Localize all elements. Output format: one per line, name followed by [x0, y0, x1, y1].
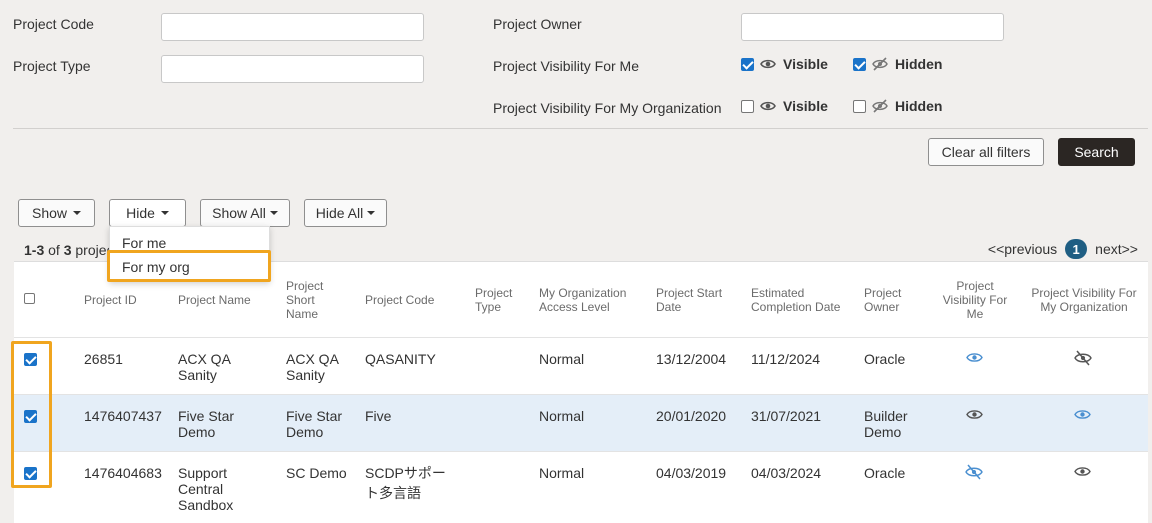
- highlight-for-my-org: [107, 250, 271, 282]
- cell-org-access: Normal: [539, 351, 585, 367]
- hide-all-dropdown-button[interactable]: Hide All: [304, 199, 387, 227]
- clear-filters-button[interactable]: Clear all filters: [928, 138, 1044, 166]
- vis-org-visible-checkbox[interactable]: [741, 99, 754, 113]
- cell-project-id: 26851: [84, 351, 123, 367]
- projects-table: Project ID Project Name Project Short Na…: [14, 261, 1148, 523]
- header-project-name[interactable]: Project Name: [178, 293, 251, 307]
- vis-org-visible-text: Visible: [783, 98, 828, 114]
- caret-down-icon: [269, 211, 278, 215]
- cell-project-code: SCDPサポート多言語: [365, 465, 446, 501]
- cell-project-id: 1476404683: [84, 465, 162, 481]
- result-range: 1-3: [24, 242, 45, 258]
- cell-project-name[interactable]: Support Central Sandbox: [178, 465, 248, 513]
- table-row[interactable]: 1476404683 Support Central Sandbox SC De…: [14, 451, 1148, 523]
- project-owner-label: Project Owner: [493, 16, 582, 32]
- vis-org-label: Project Visibility For My Organization: [493, 100, 722, 116]
- header-project-type[interactable]: Project Type: [475, 286, 525, 314]
- show-dropdown-button[interactable]: Show: [18, 199, 95, 227]
- cell-owner: Oracle: [864, 351, 906, 367]
- caret-down-icon: [367, 211, 376, 215]
- previous-link[interactable]: <<previous: [988, 241, 1057, 257]
- cell-project-code: QASANITY: [365, 351, 436, 367]
- project-type-label: Project Type: [13, 58, 91, 74]
- table-row[interactable]: 1476407437 Five Star Demo Five Star Demo…: [14, 394, 1148, 451]
- header-vis-me[interactable]: Project Visibility For Me: [934, 279, 1016, 321]
- cell-completion-date: 11/12/2024: [751, 351, 821, 367]
- vis-me-visible-checkbox[interactable]: [741, 57, 754, 71]
- result-of: of: [48, 242, 60, 258]
- pagination: <<previous 1 next>>: [988, 239, 1138, 259]
- cell-project-name[interactable]: ACX QA Sanity: [178, 351, 248, 383]
- header-org-access[interactable]: My Organization Access Level: [539, 286, 639, 314]
- hide-dropdown-button[interactable]: Hide: [109, 199, 186, 227]
- eye-icon[interactable]: [966, 408, 983, 424]
- cell-short-name: ACX QA Sanity: [286, 351, 339, 383]
- vis-org-hidden-checkbox[interactable]: [853, 99, 866, 113]
- caret-down-icon: [73, 211, 82, 215]
- vis-me-hidden-checkbox[interactable]: [853, 57, 866, 71]
- cell-short-name: SC Demo: [286, 465, 347, 481]
- select-all-checkbox[interactable]: [24, 293, 35, 304]
- cell-short-name: Five Star Demo: [286, 408, 343, 440]
- show-all-button-label: Show All: [212, 205, 266, 221]
- table-row[interactable]: 26851 ACX QA Sanity ACX QA Sanity QASANI…: [14, 337, 1148, 394]
- header-owner[interactable]: Project Owner: [864, 286, 914, 314]
- eye-icon[interactable]: [966, 351, 983, 367]
- header-short-name[interactable]: Project Short Name: [286, 279, 346, 321]
- eye-slash-icon: [872, 99, 888, 113]
- eye-icon: [760, 58, 776, 70]
- vis-me-hidden-option[interactable]: Hidden: [853, 56, 942, 72]
- eye-slash-icon[interactable]: [1074, 350, 1092, 369]
- cell-start-date: 04/03/2019: [656, 465, 727, 481]
- vis-me-visible-option[interactable]: Visible: [741, 56, 828, 72]
- header-project-code[interactable]: Project Code: [365, 293, 434, 307]
- eye-icon[interactable]: [1074, 465, 1091, 481]
- cell-project-name[interactable]: Five Star Demo: [178, 408, 248, 440]
- cell-org-access: Normal: [539, 408, 585, 424]
- vis-me-label: Project Visibility For Me: [493, 58, 640, 74]
- show-all-dropdown-button[interactable]: Show All: [200, 199, 290, 227]
- cell-project-code: Five: [365, 408, 392, 424]
- project-code-input[interactable]: [161, 13, 424, 41]
- current-page-badge[interactable]: 1: [1065, 239, 1088, 259]
- hide-button-label: Hide: [126, 205, 155, 221]
- vis-me-visible-text: Visible: [783, 56, 828, 72]
- cell-completion-date: 04/03/2024: [751, 465, 822, 481]
- project-owner-input[interactable]: [741, 13, 1004, 41]
- vis-org-hidden-text: Hidden: [895, 98, 943, 114]
- cell-start-date: 20/01/2020: [656, 408, 727, 424]
- caret-down-icon: [160, 211, 169, 215]
- cell-project-id: 1476407437: [84, 408, 162, 424]
- highlight-row-checkboxes: [11, 341, 52, 488]
- eye-icon: [760, 100, 776, 112]
- menu-item-for-me[interactable]: For me: [122, 235, 166, 251]
- header-project-id[interactable]: Project ID: [84, 293, 137, 307]
- cell-owner: Oracle: [864, 465, 906, 481]
- filter-divider: [13, 128, 1148, 129]
- header-start-date[interactable]: Project Start Date: [656, 286, 736, 314]
- cell-org-access: Normal: [539, 465, 585, 481]
- project-type-input[interactable]: [161, 55, 424, 83]
- eye-slash-icon: [872, 57, 888, 71]
- header-vis-org[interactable]: Project Visibility For My Organization: [1028, 286, 1140, 314]
- eye-slash-icon[interactable]: [965, 464, 983, 483]
- hide-all-button-label: Hide All: [315, 205, 364, 221]
- search-button[interactable]: Search: [1058, 138, 1135, 166]
- next-link[interactable]: next>>: [1095, 241, 1138, 257]
- cell-completion-date: 31/07/2021: [751, 408, 822, 424]
- show-button-label: Show: [31, 205, 68, 221]
- vis-org-visible-option[interactable]: Visible: [741, 98, 828, 114]
- project-code-label: Project Code: [13, 16, 94, 32]
- vis-org-hidden-option[interactable]: Hidden: [853, 98, 942, 114]
- eye-icon[interactable]: [1074, 408, 1091, 424]
- result-total: 3: [63, 242, 72, 258]
- cell-owner: Builder Demo: [864, 408, 908, 440]
- cell-start-date: 13/12/2004: [656, 351, 727, 367]
- header-completion-date[interactable]: Estimated Completion Date: [751, 286, 851, 314]
- vis-me-hidden-text: Hidden: [895, 56, 943, 72]
